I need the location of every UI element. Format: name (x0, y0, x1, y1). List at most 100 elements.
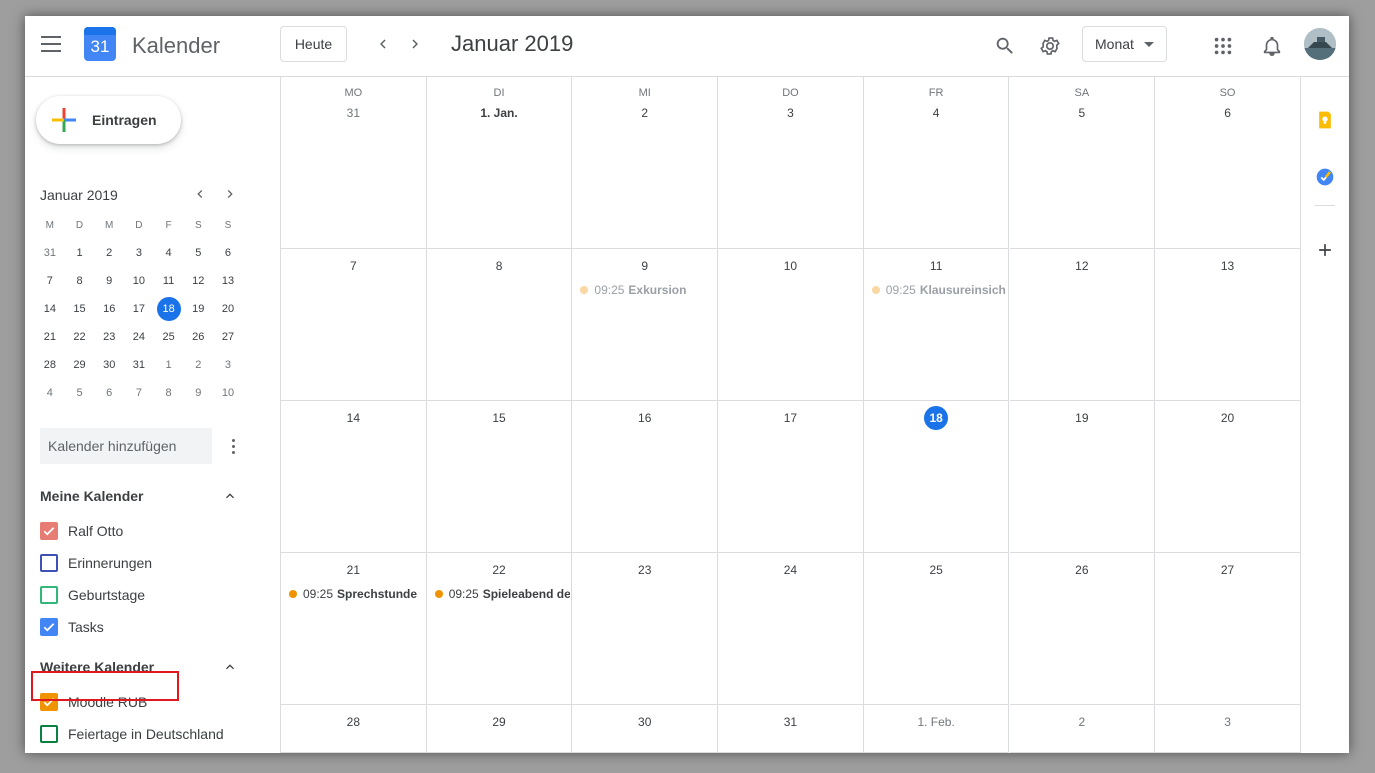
mini-calendar-day[interactable]: 25 (154, 323, 184, 351)
mini-calendar-day[interactable]: 13 (213, 267, 243, 295)
day-number[interactable]: 3 (718, 106, 863, 120)
checkbox-checked-icon[interactable] (40, 522, 58, 540)
day-cell[interactable]: 29 (426, 705, 573, 753)
day-cell[interactable]: 22 (426, 553, 573, 705)
mini-calendar-day[interactable]: 9 (183, 379, 213, 407)
mini-calendar-day[interactable]: 6 (94, 379, 124, 407)
day-number[interactable]: 9 (572, 259, 717, 273)
day-number[interactable]: 10 (718, 259, 863, 273)
checkbox-unchecked-icon[interactable] (40, 554, 58, 572)
checkbox-unchecked-icon[interactable] (40, 586, 58, 604)
mini-calendar-day[interactable]: 2 (94, 239, 124, 267)
day-number[interactable]: 12 (1010, 259, 1155, 273)
day-number[interactable]: 23 (572, 563, 717, 577)
day-number[interactable]: 20 (1155, 411, 1300, 425)
day-number[interactable]: 18 (924, 406, 949, 430)
mini-calendar-day[interactable]: 18 (154, 295, 184, 323)
mini-calendar-day[interactable]: 20 (213, 295, 243, 323)
day-cell[interactable]: SO 6 (1155, 77, 1301, 249)
mini-calendar-day[interactable]: 4 (154, 239, 184, 267)
calendar-toggle[interactable]: Feiertage in Deutschland (40, 722, 224, 746)
day-cell[interactable]: 19 (1009, 401, 1156, 553)
checkbox-checked-icon[interactable] (40, 618, 58, 636)
day-number[interactable]: 6 (1155, 106, 1300, 120)
day-cell[interactable]: DO 3 (718, 77, 864, 249)
next-period-button[interactable] (401, 30, 429, 58)
checkbox-unchecked-icon[interactable] (40, 725, 58, 743)
mini-calendar-day[interactable]: 7 (124, 379, 154, 407)
mini-calendar-day[interactable]: 19 (183, 295, 213, 323)
day-number[interactable]: 13 (1155, 259, 1300, 273)
day-number[interactable]: 11 (864, 259, 1009, 273)
day-cell[interactable]: 3 (1155, 705, 1301, 753)
day-number[interactable]: 26 (1010, 563, 1155, 577)
mini-calendar-day[interactable]: 1 (154, 351, 184, 379)
mini-calendar-day[interactable]: 17 (124, 295, 154, 323)
my-calendars-collapse-button[interactable] (218, 484, 242, 508)
day-number[interactable]: 1. Feb. (864, 715, 1009, 729)
day-cell[interactable]: 30 (572, 705, 719, 753)
day-number[interactable]: 8 (427, 259, 572, 273)
day-cell[interactable]: MI 2 (572, 77, 719, 249)
day-number[interactable]: 2 (572, 106, 717, 120)
tasks-button[interactable] (1313, 165, 1337, 189)
search-button[interactable] (987, 28, 1023, 64)
create-event-button[interactable]: Eintragen (36, 96, 181, 144)
day-number[interactable]: 31 (718, 715, 863, 729)
calendar-toggle[interactable]: Erinnerungen (40, 551, 152, 575)
day-cell[interactable]: SA 5 (1009, 77, 1156, 249)
day-number[interactable]: 15 (427, 411, 572, 425)
event-chip[interactable]: 09:25 Spieleabend de (434, 585, 570, 603)
day-number[interactable]: 24 (718, 563, 863, 577)
mini-calendar-day[interactable]: 16 (94, 295, 124, 323)
mini-calendar-day[interactable]: 5 (183, 239, 213, 267)
day-number[interactable]: 31 (281, 106, 426, 120)
previous-period-button[interactable] (369, 30, 397, 58)
mini-calendar-day[interactable]: 15 (65, 295, 95, 323)
day-cell[interactable]: 15 (426, 401, 573, 553)
mini-calendar-day[interactable]: 11 (154, 267, 184, 295)
day-number[interactable]: 27 (1155, 563, 1300, 577)
calendar-toggle[interactable]: Tasks (40, 615, 104, 639)
day-cell[interactable]: 21 (281, 553, 427, 705)
day-number[interactable]: 7 (281, 259, 426, 273)
mini-calendar-day[interactable]: 1 (65, 239, 95, 267)
account-avatar[interactable] (1304, 28, 1336, 60)
day-cell[interactable]: 17 (718, 401, 864, 553)
mini-calendar-day[interactable]: 30 (94, 351, 124, 379)
mini-calendar-day[interactable]: 23 (94, 323, 124, 351)
day-number[interactable]: 4 (864, 106, 1009, 120)
day-number[interactable]: 29 (427, 715, 572, 729)
mini-calendar-day[interactable]: 8 (154, 379, 184, 407)
mini-calendar-day[interactable]: 6 (213, 239, 243, 267)
mini-calendar-day[interactable]: 24 (124, 323, 154, 351)
mini-calendar-day[interactable]: 7 (35, 267, 65, 295)
day-number[interactable]: 30 (572, 715, 717, 729)
event-chip[interactable]: 09:25 Klausureinsich (871, 281, 1008, 299)
day-cell[interactable]: 1. Feb. (863, 705, 1010, 753)
keep-button[interactable] (1313, 108, 1337, 132)
day-cell[interactable]: 18 (863, 401, 1010, 553)
mini-calendar-day[interactable]: 27 (213, 323, 243, 351)
mini-calendar-day[interactable]: 3 (124, 239, 154, 267)
day-number[interactable]: 14 (281, 411, 426, 425)
day-number[interactable]: 28 (281, 715, 426, 729)
notifications-button[interactable] (1254, 28, 1290, 64)
mini-calendar-day[interactable]: 8 (65, 267, 95, 295)
day-number[interactable]: 16 (572, 411, 717, 425)
day-cell[interactable]: 25 (863, 553, 1010, 705)
mini-calendar-day[interactable]: 31 (35, 239, 65, 267)
day-number[interactable]: 3 (1155, 715, 1300, 729)
settings-button[interactable] (1032, 28, 1068, 64)
day-number[interactable]: 25 (864, 563, 1009, 577)
day-cell[interactable]: 27 (1155, 553, 1301, 705)
day-number[interactable]: 19 (1010, 411, 1155, 425)
mini-calendar-day[interactable]: 14 (35, 295, 65, 323)
day-cell[interactable]: 12 (1009, 249, 1156, 401)
day-cell[interactable]: 31 (718, 705, 864, 753)
mini-calendar-day[interactable]: 31 (124, 351, 154, 379)
day-cell[interactable]: 24 (718, 553, 864, 705)
more-options-icon[interactable] (221, 434, 245, 458)
day-cell[interactable]: 8 (426, 249, 573, 401)
mini-calendar-day[interactable]: 4 (35, 379, 65, 407)
